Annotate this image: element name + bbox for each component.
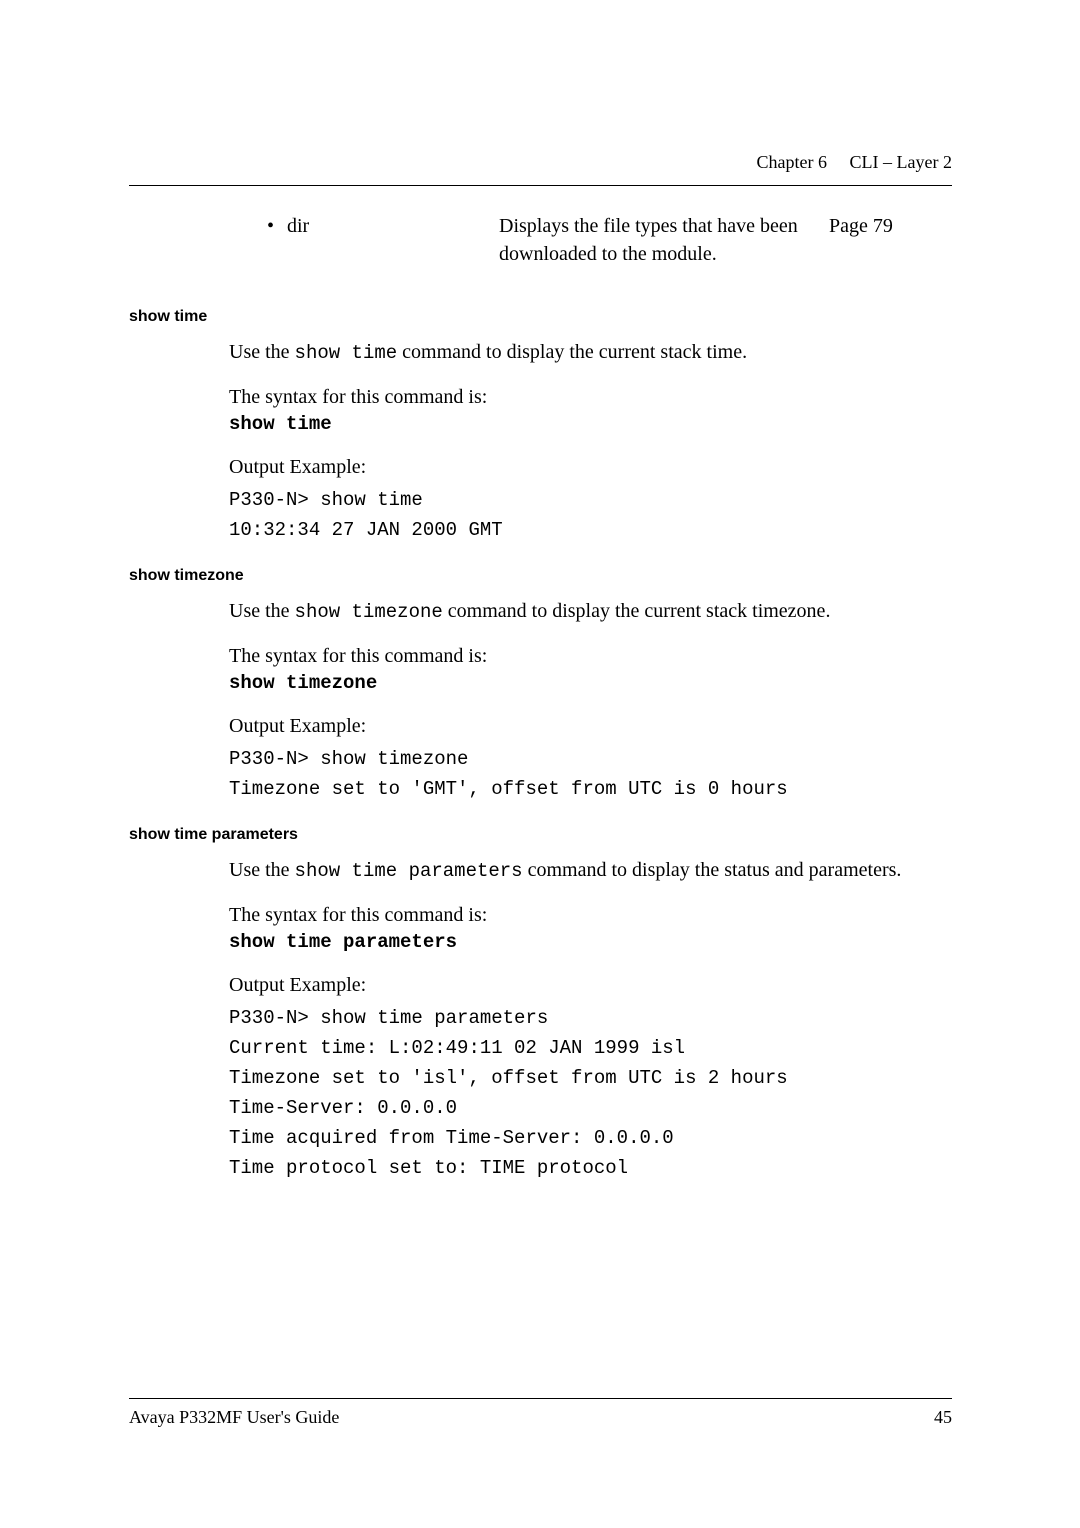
intro-show-timezone: Use the show timezone command to display…: [229, 597, 952, 626]
chapter-label: Chapter 6: [757, 152, 827, 172]
intro-text-post: command to display the current stack tim…: [397, 341, 747, 363]
body: • dir Displays the file types that have …: [129, 212, 952, 1201]
output-label: Output Example:: [229, 453, 952, 481]
bullet-row: • dir Displays the file types that have …: [267, 212, 952, 268]
section-heading-show-timezone: show timezone: [129, 567, 952, 585]
intro-text: Use the: [229, 859, 295, 881]
intro-cmd: show time: [295, 342, 398, 364]
output-label: Output Example:: [229, 712, 952, 740]
syntax-command: show timezone: [229, 672, 952, 694]
output-block: P330-N> show time 10:32:34 27 JAN 2000 G…: [229, 485, 952, 545]
intro-cmd: show time parameters: [295, 860, 523, 882]
output-block: P330-N> show time parameters Current tim…: [229, 1003, 952, 1183]
syntax-label: The syntax for this command is:: [229, 383, 952, 411]
bullet-mark: •: [267, 212, 287, 268]
header-rule: [129, 185, 952, 186]
syntax-command: show time: [229, 413, 952, 435]
intro-text: Use the: [229, 600, 295, 622]
section-heading-show-time-parameters: show time parameters: [129, 826, 952, 844]
syntax-label: The syntax for this command is:: [229, 901, 952, 929]
footer-rule: [129, 1398, 952, 1399]
bullet-command-label: dir: [287, 212, 499, 268]
syntax-label: The syntax for this command is:: [229, 642, 952, 670]
intro-text-post: command to display the status and parame…: [523, 859, 902, 881]
footer-left: Avaya P332MF User's Guide: [129, 1407, 339, 1428]
intro-text-post: command to display the current stack tim…: [443, 600, 831, 622]
bullet-pageref: Page 79: [829, 212, 949, 268]
intro-text: Use the: [229, 341, 295, 363]
page: Chapter 6 CLI – Layer 2 • dir Displays t…: [0, 0, 1080, 1528]
intro-show-time-parameters: Use the show time parameters command to …: [229, 856, 952, 885]
chapter-title: CLI – Layer 2: [850, 152, 952, 172]
running-header: Chapter 6 CLI – Layer 2: [757, 152, 952, 173]
bullet-description: Displays the file types that have been d…: [499, 212, 829, 268]
page-number: 45: [934, 1407, 952, 1428]
syntax-command: show time parameters: [229, 931, 952, 953]
intro-show-time: Use the show time command to display the…: [229, 338, 952, 367]
intro-cmd: show timezone: [295, 601, 443, 623]
output-block: P330-N> show timezone Timezone set to 'G…: [229, 744, 952, 804]
output-label: Output Example:: [229, 971, 952, 999]
section-heading-show-time: show time: [129, 308, 952, 326]
